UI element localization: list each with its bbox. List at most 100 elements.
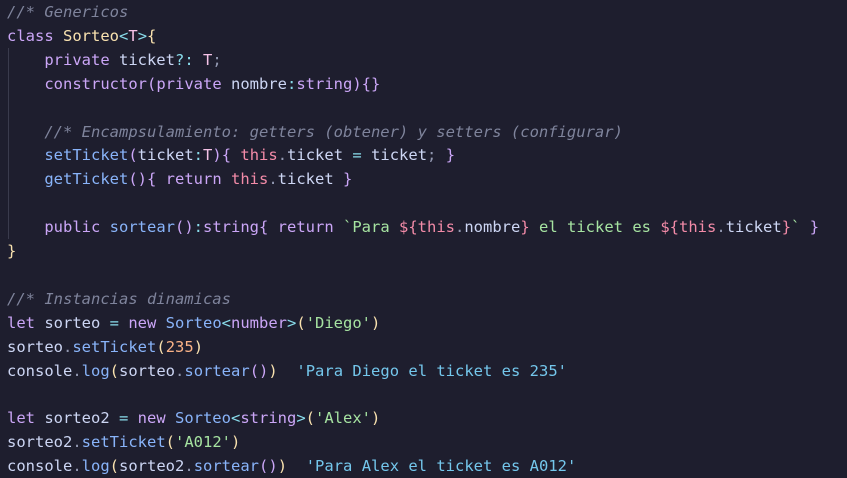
code-line[interactable]: } [7,239,16,263]
code-token: ( [156,337,166,356]
code-token: ticket [287,146,353,165]
code-line[interactable]: sorteo2.setTicket('A012') [7,430,240,454]
code-line[interactable]: console.log(sorteo2.sortear()) 'Para Ale… [7,454,576,478]
code-token: . [72,457,82,476]
code-token: 'Para Diego el ticket es 235' [296,361,567,380]
code-line[interactable]: sorteo.setTicket(235) [7,335,203,359]
code-token: nombre [464,218,521,237]
code-token: class [7,26,63,45]
code-token: . [268,170,278,189]
code-token: T [128,26,138,45]
code-token: ( [109,457,120,476]
code-token: //* Genericos [7,3,129,21]
code-token: sorteo [7,337,63,356]
code-line[interactable]: constructor(private nombre:string){} [7,72,380,96]
code-token: this [231,170,269,189]
code-token: public [44,218,110,237]
code-token: ticket [118,50,175,69]
code-token: ; [427,146,446,165]
code-token: ` [791,218,810,237]
code-token: < [230,409,241,428]
code-token: ( [109,361,120,380]
code-line[interactable]: getTicket(){ return this.ticket } [7,167,352,191]
code-token: Sorteo [63,26,119,45]
code-token: ( [146,74,157,93]
code-token: return [165,170,231,189]
code-line[interactable]: setTicket(ticket:T){ this.ticket = ticke… [7,143,455,167]
code-token: () [174,218,194,237]
code-token: ) [268,361,278,380]
code-token: sorteo2 [7,433,73,452]
code-token: `Para [343,218,399,237]
code-token: . [63,337,73,356]
code-token: ) [212,146,222,165]
code-token: string [296,74,353,93]
code-line[interactable]: let sorteo = new Sorteo<number>('Diego') [7,311,380,335]
code-token: setTicket [72,337,157,356]
code-token: private [44,50,119,69]
code-token: T [202,50,213,69]
code-token: ; [212,50,222,69]
code-line[interactable]: let sorteo2 = new Sorteo<string>('Alex') [7,406,380,430]
code-line[interactable]: class Sorteo<T>{ [7,24,156,48]
code-token: } [809,218,820,237]
code-token: . [455,218,465,237]
code-token: = [118,409,138,428]
code-token: string [203,218,259,237]
code-token: 235 [165,337,194,356]
code-token: . [72,433,82,452]
code-token: } [7,242,17,260]
code-token: log [81,457,110,476]
code-token: ticket [277,170,343,189]
code-token: : [193,146,204,165]
code-token: {} [361,74,381,93]
code-line[interactable]: //* Encampsulamiento: getters (obtener) … [7,120,623,144]
code-token: console [7,361,73,380]
code-token: < [221,313,231,332]
code-token: { [259,218,278,237]
code-token: setTicket [44,146,129,165]
code-line[interactable]: private ticket?: T; [7,48,222,72]
code-token: > [137,26,148,45]
code-token: ( [128,146,138,165]
code-token: () [128,170,147,189]
code-token: ) [231,433,241,452]
code-token: ticket [725,218,782,237]
code-token: ( [165,433,176,452]
code-token: . [175,361,185,380]
code-token: number [231,313,287,332]
code-token: this [417,218,455,237]
code-token: . [184,457,194,476]
code-token: > [296,409,306,428]
code-token: getTicket [44,170,129,189]
code-token: sorteo [44,313,110,332]
code-token: 'Diego' [305,313,372,332]
code-token: } [520,218,530,237]
code-token: ) [352,74,362,93]
code-token: 'A012' [175,433,232,452]
code-line[interactable]: public sortear():string{ return `Para ${… [7,215,819,239]
code-token: ${ [399,218,418,237]
code-line[interactable]: //* Genericos [7,0,128,24]
code-token: let [7,409,45,428]
code-token: Sorteo [174,409,231,428]
code-line[interactable]: console.log(sorteo.sortear()) 'Para Dieg… [7,359,567,383]
code-line[interactable]: //* Instancias dinamicas [7,287,231,311]
code-token: sortear [184,361,250,380]
code-token: console [7,457,73,476]
code-token: let [7,313,45,332]
code-token: sorteo2 [44,409,119,428]
code-token: < [119,26,129,45]
code-token: setTicket [81,433,166,452]
code-token: sorteo2 [119,457,185,476]
code-editor[interactable]: //* Genericos class Sorteo<T>{ private ti… [0,0,847,477]
code-token: //* Encampsulamiento: getters (obtener) … [44,122,623,141]
code-token: T [203,146,213,165]
code-token: { [147,26,157,45]
code-token: () [249,361,269,380]
code-token: this [679,218,717,237]
